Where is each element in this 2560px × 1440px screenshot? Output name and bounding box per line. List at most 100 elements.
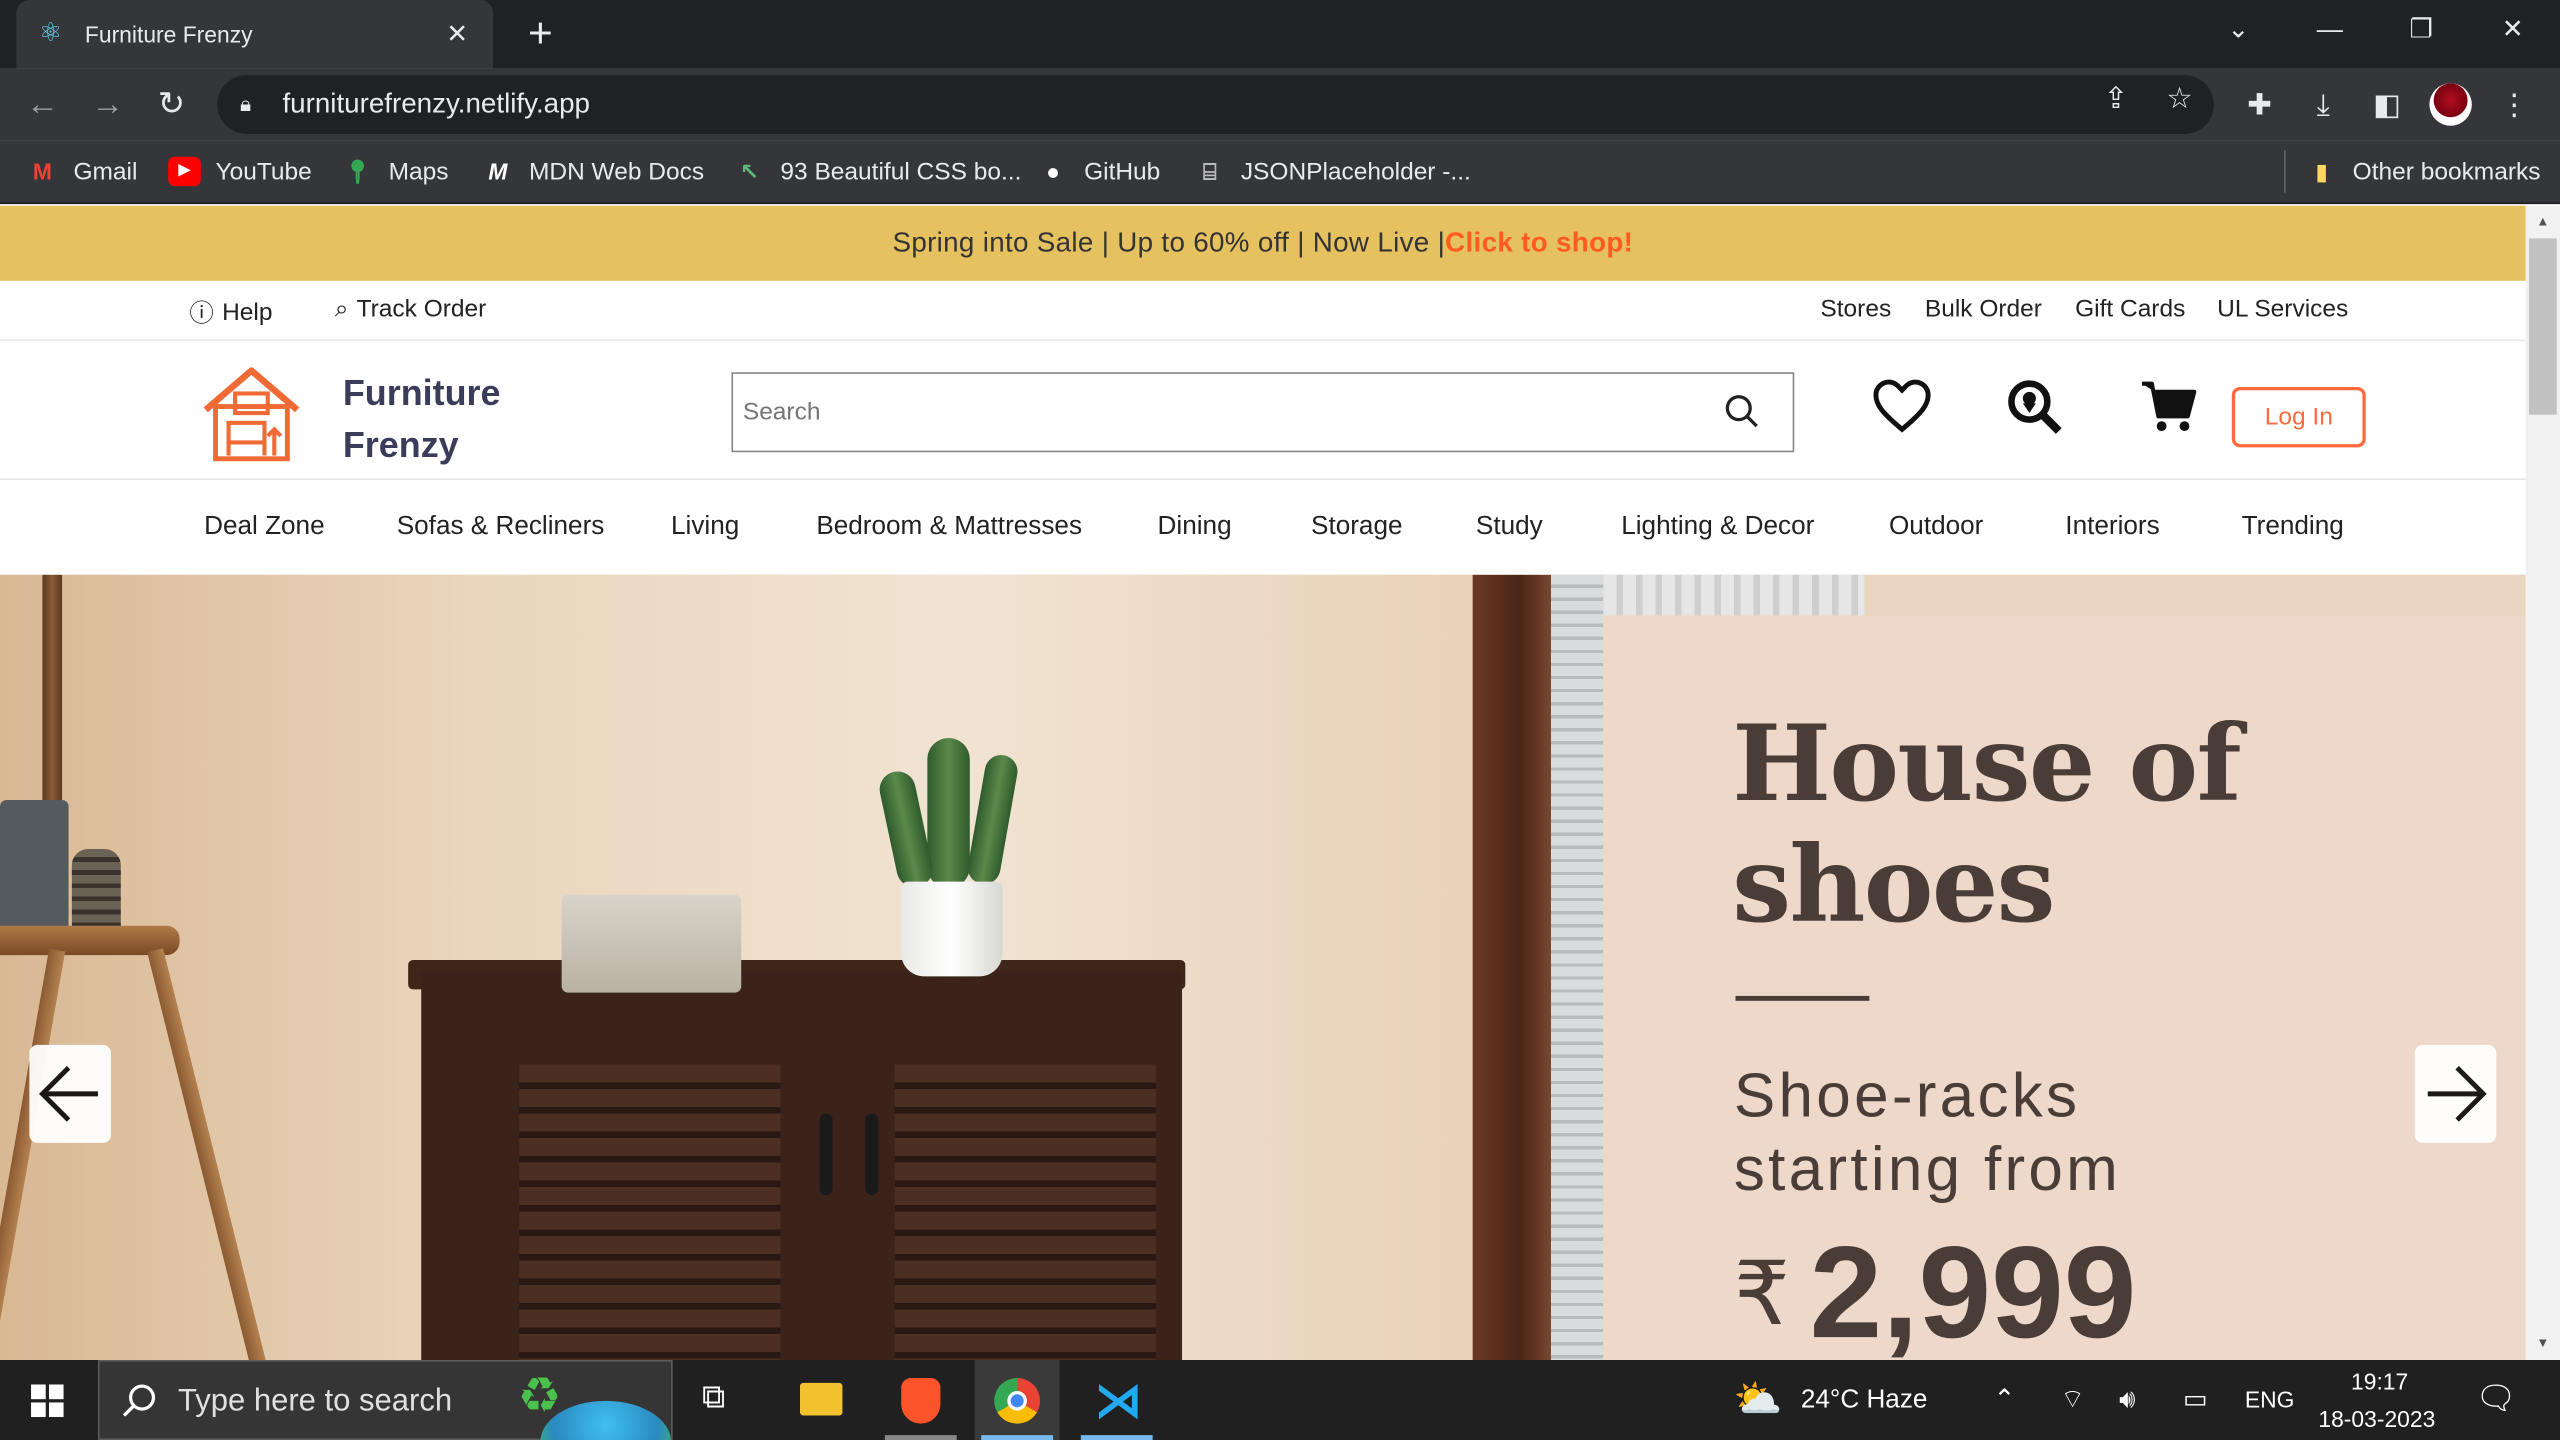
bulk-order-link[interactable]: Bulk Order bbox=[1925, 296, 2042, 324]
close-window-button[interactable]: ✕ bbox=[2467, 0, 2558, 62]
task-view-button[interactable]: ⧉ bbox=[676, 1360, 761, 1440]
plant-pot bbox=[901, 881, 1003, 977]
category-trending[interactable]: Trending bbox=[2242, 513, 2344, 542]
battery-icon[interactable]: ▭ bbox=[2183, 1360, 2208, 1440]
ul-services-link[interactable]: UL Services bbox=[2217, 296, 2348, 324]
cactus-plant bbox=[927, 737, 970, 889]
cart-icon[interactable] bbox=[2139, 377, 2198, 436]
show-hidden-icons-chevron-icon[interactable]: ⌃ bbox=[1993, 1360, 2015, 1440]
minimize-button[interactable]: — bbox=[2284, 0, 2375, 62]
extensions-icon[interactable]: ✚ bbox=[2238, 85, 2280, 124]
side-panel-icon[interactable]: ◧ bbox=[2366, 85, 2408, 124]
bookmark-css[interactable]: ↖ 93 Beautiful CSS bo... bbox=[733, 153, 1022, 189]
profile-avatar[interactable] bbox=[2429, 83, 2472, 126]
utility-bar: ⓘ Help ⌕ Track Order Stores Bulk Order G… bbox=[0, 281, 2526, 342]
promo-text: Spring into Sale | Up to 60% off | Now L… bbox=[892, 226, 1446, 258]
bookmark-jsonplaceholder[interactable]: ⌸ JSONPlaceholder -... bbox=[1193, 153, 1471, 189]
carousel-prev-button[interactable] bbox=[29, 1044, 112, 1143]
taskbar-search[interactable]: Type here to search ♻ bbox=[97, 1360, 673, 1440]
category-nav: Deal Zone Sofas & Recliners Living Bedro… bbox=[0, 480, 2526, 575]
volume-icon[interactable]: 🔊︎ bbox=[2119, 1360, 2135, 1440]
category-deal-zone[interactable]: Deal Zone bbox=[204, 513, 325, 542]
windows-start-icon[interactable] bbox=[31, 1384, 64, 1418]
store-locator-icon[interactable] bbox=[2005, 377, 2064, 436]
gift-cards-link[interactable]: Gift Cards bbox=[2075, 296, 2185, 324]
css-icon: ↖ bbox=[739, 158, 759, 185]
forward-button[interactable]: → bbox=[85, 85, 131, 124]
help-icon: ⓘ bbox=[189, 300, 214, 329]
promo-cta-link[interactable]: Click to shop! bbox=[1445, 227, 1633, 258]
help-link[interactable]: ⓘ Help bbox=[189, 296, 272, 330]
search-icon[interactable] bbox=[1724, 393, 1760, 429]
maps-icon: 📍︎ bbox=[343, 158, 373, 185]
track-order-link[interactable]: ⌕ Track Order bbox=[335, 296, 487, 324]
category-storage[interactable]: Storage bbox=[1311, 513, 1403, 542]
bookmark-gmail[interactable]: M Gmail bbox=[26, 153, 138, 189]
mdn-icon: M bbox=[488, 158, 508, 185]
bookmark-label: MDN Web Docs bbox=[528, 157, 705, 186]
bookmarks-divider bbox=[2284, 150, 2286, 193]
network-icon[interactable]: ⌔ bbox=[2060, 1360, 2085, 1440]
hero-subtitle: Shoe-racks starting from bbox=[1733, 1062, 2122, 1205]
category-living[interactable]: Living bbox=[671, 513, 739, 542]
notifications-icon[interactable]: 🗨︎ bbox=[2475, 1360, 2516, 1440]
github-icon: ● bbox=[1046, 158, 1060, 185]
language-indicator[interactable]: ENG bbox=[2245, 1360, 2295, 1440]
back-button[interactable]: ← bbox=[20, 85, 66, 124]
scrollbar-thumb[interactable] bbox=[2528, 238, 2557, 415]
category-sofas-recliners[interactable]: Sofas & Recliners bbox=[397, 513, 605, 542]
page-scrollbar[interactable]: ▲ ▼ bbox=[2525, 205, 2560, 1360]
bookmark-star-icon[interactable]: ☆ bbox=[2160, 82, 2199, 115]
bookmark-mdn[interactable]: M MDN Web Docs bbox=[482, 153, 704, 189]
bookmarks-bar: M Gmail ▶ YouTube 📍︎ Maps M MDN Web Docs… bbox=[0, 140, 2560, 205]
brand-name[interactable]: Furniture Frenzy bbox=[343, 367, 555, 471]
chrome-icon-center bbox=[1007, 1391, 1027, 1411]
browser-tab[interactable]: ⚛ Furniture Frenzy ✕ bbox=[16, 0, 494, 69]
tab-search-chevron-icon[interactable]: ⌄ bbox=[2193, 0, 2284, 62]
help-label: Help bbox=[222, 298, 273, 327]
site-header: Furniture Frenzy Log In bbox=[0, 341, 2526, 481]
login-button[interactable]: Log In bbox=[2231, 386, 2366, 448]
category-interiors[interactable]: Interiors bbox=[2065, 513, 2159, 542]
bookmark-label: GitHub bbox=[1084, 157, 1161, 186]
wishlist-heart-icon[interactable] bbox=[1873, 377, 1932, 436]
reload-button[interactable]: ↻ bbox=[149, 85, 195, 124]
category-dining[interactable]: Dining bbox=[1158, 513, 1232, 542]
stores-link[interactable]: Stores bbox=[1820, 296, 1891, 324]
menu-kebab-icon[interactable]: ⋮ bbox=[2493, 85, 2535, 124]
address-bar[interactable]: 🔒︎ furniturefrenzy.netlify.app bbox=[217, 75, 2214, 134]
downloads-icon[interactable]: ⤓ bbox=[2302, 85, 2344, 124]
other-bookmarks[interactable]: ▮ Other bookmarks bbox=[2305, 153, 2540, 189]
carousel-next-button[interactable] bbox=[2414, 1044, 2497, 1143]
share-icon[interactable]: ⇪ bbox=[2096, 82, 2135, 115]
url-text: furniturefrenzy.netlify.app bbox=[282, 88, 590, 120]
currency-symbol: ₹ bbox=[1733, 1245, 1790, 1344]
bookmark-github[interactable]: ● GitHub bbox=[1037, 153, 1161, 189]
tab-close-icon[interactable]: ✕ bbox=[441, 18, 474, 51]
brave-button[interactable] bbox=[878, 1360, 963, 1440]
category-study[interactable]: Study bbox=[1476, 513, 1543, 542]
scroll-down-arrow-icon[interactable]: ▼ bbox=[2526, 1331, 2560, 1357]
bookmark-label: JSONPlaceholder -... bbox=[1240, 157, 1471, 186]
weather-icon[interactable]: ⛅ bbox=[1734, 1360, 1783, 1440]
bookmark-label: Gmail bbox=[73, 157, 138, 186]
bookmark-maps[interactable]: 📍︎ Maps bbox=[341, 153, 448, 189]
hero-carousel[interactable]: House of shoes Shoe-racks starting from … bbox=[0, 574, 2526, 1360]
house-logo-icon[interactable] bbox=[199, 364, 303, 462]
clock-date[interactable]: 18-03-2023 bbox=[2318, 1406, 2435, 1432]
category-outdoor[interactable]: Outdoor bbox=[1889, 513, 1983, 542]
search-input[interactable] bbox=[733, 373, 1680, 451]
vscode-button[interactable]: ⋊ bbox=[1074, 1360, 1159, 1440]
scroll-up-arrow-icon[interactable]: ▲ bbox=[2526, 209, 2560, 235]
other-bookmarks-label: Other bookmarks bbox=[2352, 157, 2541, 186]
category-lighting-decor[interactable]: Lighting & Decor bbox=[1621, 513, 1814, 542]
cabinet-door-right bbox=[894, 1064, 1156, 1360]
file-explorer-button[interactable] bbox=[777, 1360, 862, 1440]
category-bedroom-mattresses[interactable]: Bedroom & Mattresses bbox=[816, 513, 1082, 542]
clock-time[interactable]: 19:17 bbox=[2351, 1368, 2408, 1394]
new-tab-button[interactable]: + bbox=[519, 11, 561, 53]
chrome-button[interactable] bbox=[974, 1360, 1060, 1440]
bookmark-youtube[interactable]: ▶ YouTube bbox=[168, 153, 312, 189]
weather-text[interactable]: 24°C Haze bbox=[1801, 1360, 1928, 1440]
restore-button[interactable]: ❐ bbox=[2376, 0, 2467, 62]
